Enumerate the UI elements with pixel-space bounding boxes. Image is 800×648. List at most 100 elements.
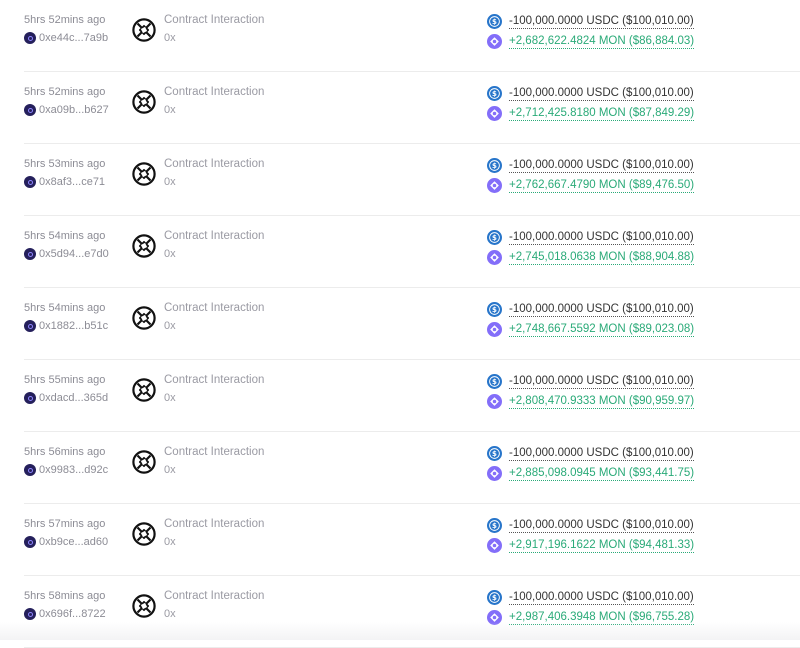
sender-address-link[interactable]: 0x696f...8722 xyxy=(24,608,106,620)
received-amount[interactable]: +2,682,622.4824 MON ($86,884.03) xyxy=(509,35,695,49)
contract-interaction-icon[interactable] xyxy=(132,450,156,474)
transaction-row[interactable]: 5hrs 55mins ago 0xdacd...365d Contract I… xyxy=(0,360,800,432)
token-transfer-received: +2,917,196.1622 MON ($94,481.33) xyxy=(487,538,695,553)
usdc-token-icon: $ xyxy=(487,446,502,461)
sent-amount[interactable]: -100,000.0000 USDC ($100,010.00) xyxy=(509,231,694,245)
method-label[interactable]: Contract Interaction xyxy=(164,374,264,386)
sender-address[interactable]: 0x5d94...e7d0 xyxy=(39,248,109,260)
received-amount[interactable]: +2,745,018.0638 MON ($88,904.88) xyxy=(509,251,695,265)
token-transfer-sent: $ -100,000.0000 USDC ($100,010.00) xyxy=(487,14,694,29)
sender-address-link[interactable]: 0xb9ce...ad60 xyxy=(24,536,108,548)
transaction-value: 0x xyxy=(164,248,176,260)
token-transfer-received: +2,748,667.5592 MON ($89,023.08) xyxy=(487,322,695,337)
address-avatar-icon xyxy=(24,608,36,620)
usdc-token-icon: $ xyxy=(487,230,502,245)
svg-text:$: $ xyxy=(492,17,497,26)
address-avatar-icon xyxy=(24,392,36,404)
transaction-row[interactable]: 5hrs 58mins ago 0x696f...8722 Contract I… xyxy=(0,576,800,648)
received-amount[interactable]: +2,917,196.1622 MON ($94,481.33) xyxy=(509,539,695,553)
sender-address[interactable]: 0x696f...8722 xyxy=(39,608,106,620)
transaction-time: 5hrs 58mins ago xyxy=(24,590,106,602)
contract-interaction-icon[interactable] xyxy=(132,378,156,402)
received-amount[interactable]: +2,748,667.5592 MON ($89,023.08) xyxy=(509,323,695,337)
method-label[interactable]: Contract Interaction xyxy=(164,86,264,98)
sent-amount[interactable]: -100,000.0000 USDC ($100,010.00) xyxy=(509,303,694,317)
sent-amount[interactable]: -100,000.0000 USDC ($100,010.00) xyxy=(509,87,694,101)
sender-address-link[interactable]: 0xa09b...b627 xyxy=(24,104,109,116)
transaction-row[interactable]: 5hrs 54mins ago 0x1882...b51c Contract I… xyxy=(0,288,800,360)
sender-address-link[interactable]: 0x5d94...e7d0 xyxy=(24,248,109,260)
svg-text:$: $ xyxy=(492,449,497,458)
mon-token-icon xyxy=(487,466,502,481)
token-transfer-sent: $ -100,000.0000 USDC ($100,010.00) xyxy=(487,518,694,533)
received-amount[interactable]: +2,808,470.9333 MON ($90,959.97) xyxy=(509,395,695,409)
usdc-token-icon: $ xyxy=(487,14,502,29)
mon-token-icon xyxy=(487,322,502,337)
transaction-value: 0x xyxy=(164,320,176,332)
method-label[interactable]: Contract Interaction xyxy=(164,230,264,242)
transaction-row[interactable]: 5hrs 57mins ago 0xb9ce...ad60 Contract I… xyxy=(0,504,800,576)
contract-interaction-icon[interactable] xyxy=(132,522,156,546)
received-amount[interactable]: +2,712,425.8180 MON ($87,849.29) xyxy=(509,107,695,121)
method-label[interactable]: Contract Interaction xyxy=(164,518,264,530)
transaction-value: 0x xyxy=(164,104,176,116)
contract-interaction-icon[interactable] xyxy=(132,18,156,42)
sender-address[interactable]: 0xdacd...365d xyxy=(39,392,108,404)
usdc-token-icon: $ xyxy=(487,86,502,101)
address-avatar-icon xyxy=(24,104,36,116)
sender-address[interactable]: 0xe44c...7a9b xyxy=(39,32,108,44)
contract-interaction-icon[interactable] xyxy=(132,162,156,186)
contract-interaction-icon[interactable] xyxy=(132,234,156,258)
received-amount[interactable]: +2,762,667.4790 MON ($89,476.50) xyxy=(509,179,695,193)
transaction-row[interactable]: 5hrs 52mins ago 0xa09b...b627 Contract I… xyxy=(0,72,800,144)
address-avatar-icon xyxy=(24,320,36,332)
sender-address-link[interactable]: 0x8af3...ce71 xyxy=(24,176,105,188)
token-transfer-sent: $ -100,000.0000 USDC ($100,010.00) xyxy=(487,590,694,605)
sender-address[interactable]: 0x1882...b51c xyxy=(39,320,108,332)
contract-interaction-icon[interactable] xyxy=(132,306,156,330)
received-amount[interactable]: +2,885,098.0945 MON ($93,441.75) xyxy=(509,467,695,481)
usdc-token-icon: $ xyxy=(487,158,502,173)
mon-token-icon xyxy=(487,610,502,625)
sent-amount[interactable]: -100,000.0000 USDC ($100,010.00) xyxy=(509,15,694,29)
sent-amount[interactable]: -100,000.0000 USDC ($100,010.00) xyxy=(509,591,694,605)
transaction-row[interactable]: 5hrs 53mins ago 0x8af3...ce71 Contract I… xyxy=(0,144,800,216)
method-label[interactable]: Contract Interaction xyxy=(164,446,264,458)
token-transfer-received: +2,885,098.0945 MON ($93,441.75) xyxy=(487,466,695,481)
contract-interaction-icon[interactable] xyxy=(132,594,156,618)
mon-token-icon xyxy=(487,34,502,49)
sender-address-link[interactable]: 0xe44c...7a9b xyxy=(24,32,108,44)
received-amount[interactable]: +2,987,406.3948 MON ($96,755.28) xyxy=(509,611,695,625)
sent-amount[interactable]: -100,000.0000 USDC ($100,010.00) xyxy=(509,159,694,173)
method-label[interactable]: Contract Interaction xyxy=(164,158,264,170)
sender-address[interactable]: 0x9983...d92c xyxy=(39,464,108,476)
token-transfer-sent: $ -100,000.0000 USDC ($100,010.00) xyxy=(487,446,694,461)
sender-address[interactable]: 0xa09b...b627 xyxy=(39,104,109,116)
contract-interaction-icon[interactable] xyxy=(132,90,156,114)
sender-address-link[interactable]: 0xdacd...365d xyxy=(24,392,108,404)
transaction-value: 0x xyxy=(164,176,176,188)
sender-address-link[interactable]: 0x1882...b51c xyxy=(24,320,108,332)
address-avatar-icon xyxy=(24,536,36,548)
method-label[interactable]: Contract Interaction xyxy=(164,14,264,26)
method-label[interactable]: Contract Interaction xyxy=(164,302,264,314)
address-avatar-icon xyxy=(24,32,36,44)
transaction-time: 5hrs 57mins ago xyxy=(24,518,106,530)
transaction-row[interactable]: 5hrs 52mins ago 0xe44c...7a9b Contract I… xyxy=(0,0,800,72)
sender-address[interactable]: 0x8af3...ce71 xyxy=(39,176,105,188)
sender-address[interactable]: 0xb9ce...ad60 xyxy=(39,536,108,548)
transaction-row[interactable]: 5hrs 54mins ago 0x5d94...e7d0 Contract I… xyxy=(0,216,800,288)
sent-amount[interactable]: -100,000.0000 USDC ($100,010.00) xyxy=(509,375,694,389)
sender-address-link[interactable]: 0x9983...d92c xyxy=(24,464,108,476)
transaction-row[interactable]: 5hrs 56mins ago 0x9983...d92c Contract I… xyxy=(0,432,800,504)
transaction-value: 0x xyxy=(164,536,176,548)
transaction-time: 5hrs 56mins ago xyxy=(24,446,106,458)
transaction-value: 0x xyxy=(164,608,176,620)
usdc-token-icon: $ xyxy=(487,374,502,389)
svg-text:$: $ xyxy=(492,305,497,314)
method-label[interactable]: Contract Interaction xyxy=(164,590,264,602)
sent-amount[interactable]: -100,000.0000 USDC ($100,010.00) xyxy=(509,447,694,461)
usdc-token-icon: $ xyxy=(487,302,502,317)
sent-amount[interactable]: -100,000.0000 USDC ($100,010.00) xyxy=(509,519,694,533)
mon-token-icon xyxy=(487,178,502,193)
